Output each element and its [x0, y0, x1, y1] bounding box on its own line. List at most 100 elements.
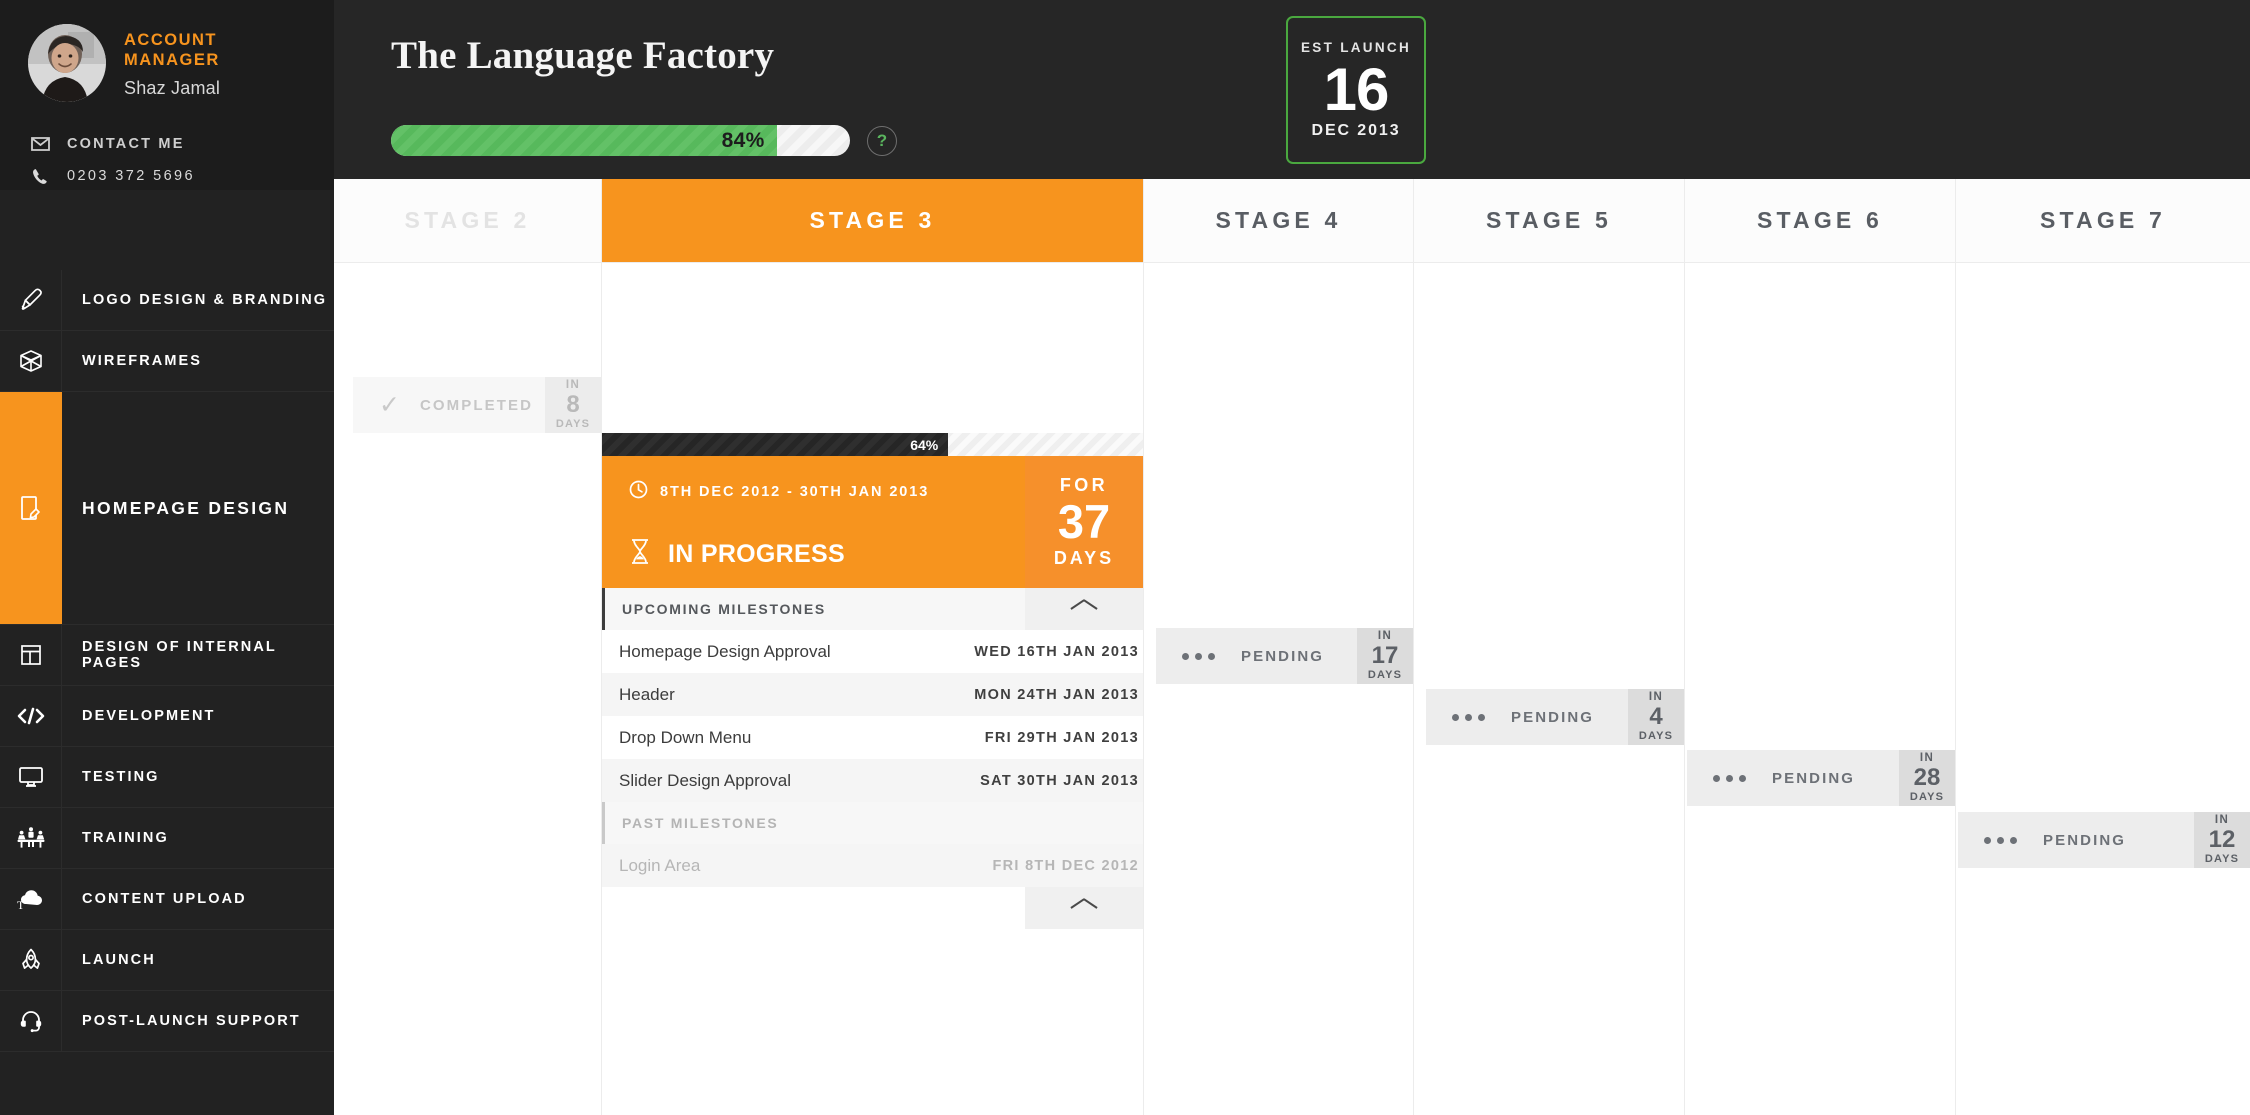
- sidebar-item-label: DESIGN OF INTERNAL PAGES: [82, 639, 277, 671]
- profile-name: Shaz Jamal: [124, 78, 221, 99]
- sidebar-item-label: TESTING: [82, 769, 160, 785]
- days-badge: IN 28 DAYS: [1899, 750, 1955, 806]
- sidebar-item-label: LAUNCH: [82, 952, 156, 968]
- stage-column-2: STAGE 2 ✓ COMPLETED IN 8 DAYS: [334, 179, 602, 1115]
- milestone-name: Slider Design Approval: [619, 770, 791, 790]
- stage-header[interactable]: STAGE 5: [1414, 179, 1684, 263]
- days-badge: IN 4 DAYS: [1628, 689, 1684, 745]
- question-mark-icon[interactable]: ?: [867, 125, 897, 156]
- stage-progress-label: 64%: [910, 436, 939, 453]
- svg-text:T: T: [17, 898, 25, 911]
- stage-column-3: STAGE 3 64% 8TH DEC 2012 - 30TH JAN 2013…: [602, 179, 1144, 1115]
- stage-header[interactable]: STAGE 2: [334, 179, 601, 263]
- est-launch-box: EST LAUNCH 16 DEC 2013: [1286, 16, 1426, 164]
- upcoming-milestones-header: UPCOMING MILESTONES: [602, 588, 1143, 630]
- cloud-upload-text-icon: T: [0, 869, 62, 929]
- stage-column-body: PENDING IN 17 DAYS: [1144, 263, 1413, 1115]
- pending-card[interactable]: PENDING IN 28 DAYS: [1687, 750, 1955, 806]
- pending-card[interactable]: PENDING IN 4 DAYS: [1426, 689, 1684, 745]
- completed-card[interactable]: ✓ COMPLETED IN 8 DAYS: [353, 377, 601, 433]
- code-tags-icon: [0, 686, 62, 746]
- sidebar-item-label: HOMEPAGE DESIGN: [82, 497, 290, 518]
- pending-label: PENDING: [2043, 831, 2127, 849]
- stage-header[interactable]: STAGE 6: [1685, 179, 1955, 263]
- completed-label: COMPLETED: [419, 396, 534, 414]
- past-milestones-title: PAST MILESTONES: [622, 815, 779, 831]
- pending-label: PENDING: [1241, 647, 1325, 665]
- pending-card[interactable]: PENDING IN 17 DAYS: [1156, 628, 1413, 684]
- progress-percent-label: 84%: [721, 128, 765, 152]
- badge-in-label: IN: [1648, 690, 1664, 703]
- stage-column-body: 64% 8TH DEC 2012 - 30TH JAN 2013 IN PROG…: [602, 263, 1143, 1115]
- stage-column-5: STAGE 5 PENDING IN 4 DAYS: [1414, 179, 1685, 1115]
- badge-days-label: DAYS: [2204, 853, 2240, 866]
- pending-card-main: PENDING: [1156, 648, 1357, 665]
- project-header: The Language Factory 84% ? EST LAUNCH 16…: [334, 0, 2250, 179]
- badge-number: 12: [2208, 826, 2236, 854]
- active-stage-card: 64% 8TH DEC 2012 - 30TH JAN 2013 IN PROG…: [602, 433, 1143, 929]
- pending-card-main: PENDING: [1687, 770, 1899, 787]
- days-badge: IN 12 DAYS: [2194, 812, 2250, 868]
- badge-number: 8: [566, 391, 580, 419]
- sidebar-item-design-of-internal-pages[interactable]: DESIGN OF INTERNAL PAGES: [0, 625, 334, 686]
- badge-in-label: IN: [565, 378, 581, 391]
- sidebar-item-label: POST-LAUNCH SUPPORT: [82, 1013, 301, 1029]
- stage-progress-bar: 64%: [602, 433, 1143, 456]
- phone-icon: [28, 168, 52, 185]
- active-card-footer-space: [602, 887, 1025, 929]
- stage-header[interactable]: STAGE 7: [1956, 179, 2250, 263]
- page-title: The Language Factory: [391, 34, 775, 77]
- upcoming-milestones-collapse-button[interactable]: [1025, 588, 1143, 630]
- chevron-up-icon: [1071, 902, 1097, 915]
- est-launch-day: 16: [1323, 56, 1390, 123]
- headset-icon: [0, 991, 62, 1051]
- est-launch-caption: EST LAUNCH: [1301, 40, 1411, 55]
- active-card-status: IN PROGRESS: [629, 538, 1025, 570]
- progress-bar: 84%: [391, 125, 850, 156]
- active-card-body: 8TH DEC 2012 - 30TH JAN 2013 IN PROGRESS…: [602, 456, 1143, 588]
- stage-header[interactable]: STAGE 3: [602, 179, 1143, 263]
- stage-progress-fill: 64%: [602, 433, 949, 456]
- active-card-daterange: 8TH DEC 2012 - 30TH JAN 2013: [629, 480, 1025, 504]
- sidebar-item-label: DEVELOPMENT: [82, 708, 216, 724]
- sidebar-item-homepage-design[interactable]: HOMEPAGE DESIGN: [0, 392, 334, 625]
- page-design-icon: [0, 392, 62, 624]
- avatar: [28, 24, 106, 102]
- sidebar-item-development[interactable]: DEVELOPMENT: [0, 686, 334, 747]
- sidebar: ACCOUNT MANAGER Shaz Jamal CONTACT ME 02…: [0, 0, 334, 1115]
- active-card-daterange-text: 8TH DEC 2012 - 30TH JAN 2013: [660, 484, 930, 500]
- profile-panel: ACCOUNT MANAGER Shaz Jamal CONTACT ME 02…: [0, 0, 334, 190]
- stage-column-4: STAGE 4 PENDING IN 17 DAYS: [1144, 179, 1414, 1115]
- milestone-row[interactable]: Header MON 24TH JAN 2013: [602, 673, 1143, 716]
- milestone-name: Drop Down Menu: [619, 727, 752, 747]
- three-dots-icon: [1182, 652, 1215, 660]
- milestone-row[interactable]: Slider Design Approval SAT 30TH JAN 2013: [602, 759, 1143, 802]
- phone-row[interactable]: 0203 372 5696: [28, 160, 306, 192]
- past-milestones-spacer: [1025, 802, 1143, 844]
- milestone-row[interactable]: Login Area FRI 8TH DEC 2012: [602, 844, 1143, 887]
- pending-card[interactable]: PENDING IN 12 DAYS: [1958, 812, 2250, 868]
- milestone-row[interactable]: Homepage Design Approval WED 16TH JAN 20…: [602, 630, 1143, 673]
- milestone-row[interactable]: Drop Down Menu FRI 29TH JAN 2013: [602, 716, 1143, 759]
- badge-days-label: DAYS: [1367, 669, 1403, 682]
- stage-header[interactable]: STAGE 4: [1144, 179, 1413, 263]
- milestone-date: MON 24TH JAN 2013: [974, 686, 1139, 703]
- wireframe-cube-icon: [0, 331, 62, 391]
- stage-column-body: ✓ COMPLETED IN 8 DAYS: [334, 263, 601, 1115]
- sidebar-item-logo-design-branding[interactable]: LOGO DESIGN & BRANDING: [0, 270, 334, 331]
- progress-bar-fill: 84%: [391, 125, 777, 156]
- sidebar-item-wireframes[interactable]: WIREFRAMES: [0, 331, 334, 392]
- milestone-name: Login Area: [619, 855, 701, 875]
- contact-me-row[interactable]: CONTACT ME: [28, 128, 306, 160]
- contact-list: CONTACT ME 0203 372 5696: [28, 128, 306, 192]
- monitor-icon: [0, 747, 62, 807]
- sidebar-item-testing[interactable]: TESTING: [0, 747, 334, 808]
- profile-header: ACCOUNT MANAGER Shaz Jamal: [28, 24, 306, 102]
- sidebar-item-launch[interactable]: LAUNCH: [0, 930, 334, 991]
- past-milestones-collapse-button[interactable]: [1025, 887, 1143, 929]
- milestone-date: FRI 8TH DEC 2012: [992, 857, 1139, 874]
- sidebar-item-content-upload[interactable]: T CONTENT UPLOAD: [0, 869, 334, 930]
- sidebar-item-training[interactable]: TRAINING: [0, 808, 334, 869]
- sidebar-item-post-launch-support[interactable]: POST-LAUNCH SUPPORT: [0, 991, 334, 1052]
- days-badge: IN 17 DAYS: [1357, 628, 1413, 684]
